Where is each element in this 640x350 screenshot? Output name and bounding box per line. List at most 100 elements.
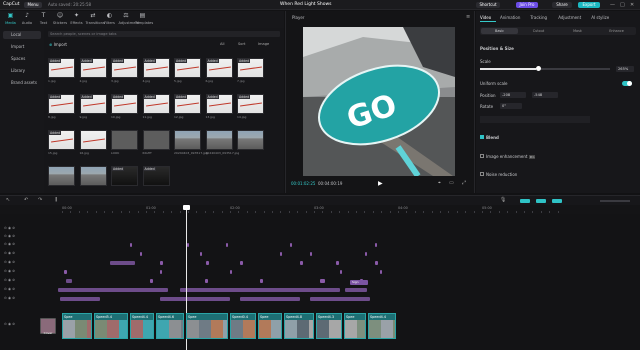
tool-tab-effects[interactable]: ✦ Effects	[69, 11, 84, 28]
media-thumbnail[interactable]	[237, 130, 264, 150]
image-enhance-checkbox[interactable]	[480, 154, 484, 158]
tool-tab-filters[interactable]: ◐ Filters	[102, 11, 117, 28]
cover-thumbnail[interactable]: Cover	[40, 318, 56, 335]
timeline-clip[interactable]	[206, 261, 209, 265]
timeline-clip[interactable]	[336, 261, 339, 265]
preview-axis-toggle[interactable]	[552, 199, 562, 203]
timeline-clip[interactable]	[240, 297, 300, 301]
timeline-clip[interactable]	[140, 252, 142, 256]
main-track-clip[interactable]: Speed4.3	[316, 313, 342, 339]
tool-tab-text[interactable]: T Text	[36, 11, 51, 28]
main-track-clip[interactable]: Speed5.4	[94, 313, 128, 339]
timeline-clip[interactable]	[230, 270, 232, 274]
main-track-clip[interactable]: Speed4.4	[130, 313, 154, 339]
tool-tab-transitions[interactable]: ⇄ Transitions	[86, 11, 105, 28]
property-tab-animation[interactable]: Animation	[500, 15, 520, 20]
snap-toggle[interactable]	[520, 199, 530, 203]
track-controls[interactable]: ⊙ ◉ ⊘	[4, 296, 15, 300]
media-thumbnail[interactable]	[79, 166, 107, 186]
main-track-clip[interactable]: Spee	[62, 313, 92, 339]
timeline-clip[interactable]	[345, 288, 367, 292]
select-icon[interactable]: ↖	[6, 197, 10, 203]
media-thumbnail[interactable]: Added	[174, 58, 201, 78]
track-controls[interactable]: ⊙ ◉ ⊘	[4, 251, 15, 255]
media-thumbnail[interactable]: Added	[142, 94, 170, 114]
scale-value[interactable]: 265%	[616, 66, 634, 72]
timeline-clip[interactable]	[66, 279, 72, 283]
timeline-clip[interactable]	[380, 270, 382, 274]
align-buttons[interactable]	[480, 116, 590, 123]
media-thumbnail[interactable]: Added	[205, 58, 233, 78]
timeline-clip[interactable]	[300, 261, 303, 265]
media-thumbnail[interactable]: Added	[237, 58, 264, 78]
tool-tab-adjustment[interactable]: ⚖ Adjustment	[119, 11, 140, 28]
ratio-button[interactable]: ▭	[449, 180, 454, 186]
maximize-icon[interactable]: □	[620, 0, 625, 10]
track-controls[interactable]: ⊙ ◉ ⊘	[4, 234, 15, 238]
menu-icon[interactable]: ≡	[466, 14, 470, 20]
media-thumbnail[interactable]: Added	[111, 94, 138, 114]
tool-tab-stickers[interactable]: ☺ Stickers	[53, 11, 68, 28]
close-icon[interactable]: ✕	[630, 0, 634, 10]
media-thumbnail[interactable]: Added	[79, 94, 107, 114]
sub-tab-enhance[interactable]: Enhance	[598, 28, 635, 34]
scale-slider[interactable]	[480, 66, 610, 71]
position-x-field[interactable]: -208	[500, 92, 526, 98]
timeline-clip[interactable]	[60, 297, 100, 301]
media-thumbnail[interactable]	[111, 130, 138, 150]
side-nav-import[interactable]: Import	[3, 43, 41, 51]
blend-checkbox[interactable]	[480, 135, 484, 139]
main-track-clip[interactable]: Speed4.6	[156, 313, 184, 339]
track-controls[interactable]: ⊙ ◉ ⊘	[4, 260, 15, 264]
timeline-clip[interactable]	[110, 261, 135, 265]
track-controls[interactable]: ⊙ ◉ ⊘	[4, 226, 15, 230]
track-controls[interactable]: ⊙ ◉ ⊘	[4, 287, 15, 291]
main-track-clip[interactable]: Speed4.4	[368, 313, 396, 339]
side-nav-brand-assets[interactable]: Brand assets	[3, 79, 41, 87]
timeline-clip[interactable]	[375, 243, 377, 247]
timeline-clip[interactable]	[130, 243, 132, 247]
timeline-clip[interactable]	[260, 279, 263, 283]
side-nav-local[interactable]: Local	[3, 31, 41, 39]
shortcut-button[interactable]: Shortcut	[476, 2, 500, 8]
timeline-clip[interactable]	[160, 261, 163, 265]
property-tab-tracking[interactable]: Tracking	[530, 15, 547, 20]
play-icon[interactable]: ▶	[378, 180, 383, 187]
sub-tab-basic[interactable]: Basic	[481, 28, 518, 34]
share-button[interactable]: Share	[552, 2, 572, 8]
timeline-ruler[interactable]: 00:00 01:00 02:00 03:00 04:00 05:00	[0, 205, 640, 214]
uniform-scale-toggle[interactable]	[622, 81, 632, 86]
tool-tab-audio[interactable]: ♪ Audio	[20, 11, 35, 28]
split-icon[interactable]: ⫼	[55, 197, 57, 203]
media-thumbnail[interactable]: Added	[48, 130, 75, 150]
main-track-clip[interactable]: Speed4.8	[284, 313, 314, 339]
timeline-clip[interactable]	[240, 261, 243, 265]
fullscreen-icon[interactable]: ⤢	[462, 180, 466, 186]
tool-tab-media[interactable]: ▣ Media	[3, 11, 18, 28]
media-thumbnail[interactable]	[205, 130, 233, 150]
track-controls[interactable]: ⊙ ◉ ⊘	[4, 242, 15, 246]
main-track-clip[interactable]: Speed0.4	[230, 313, 256, 339]
menu-button[interactable]: Menu	[24, 2, 42, 8]
media-thumbnail[interactable]	[48, 166, 75, 186]
fit-icon[interactable]: ⌖	[438, 180, 441, 186]
property-tab-ai-stylize[interactable]: AI stylize	[591, 15, 609, 20]
media-thumbnail[interactable]: Added	[48, 58, 75, 78]
sign-clip[interactable]: Sign	[350, 280, 368, 285]
timeline-clip[interactable]	[280, 252, 282, 256]
timeline-clip[interactable]	[340, 270, 342, 274]
timeline-clip[interactable]	[187, 243, 189, 247]
media-thumbnail[interactable]	[142, 130, 170, 150]
noise-reduction-checkbox[interactable]	[480, 172, 484, 176]
timeline-clip[interactable]	[205, 279, 208, 283]
timeline-clip[interactable]	[310, 297, 370, 301]
minimize-icon[interactable]: —	[610, 0, 615, 10]
timeline-clip[interactable]	[58, 288, 168, 292]
undo-icon[interactable]: ↶	[24, 197, 28, 203]
join-pro-button[interactable]: Join Pro	[516, 2, 538, 8]
export-button[interactable]: Export	[578, 2, 600, 8]
side-nav-spaces[interactable]: Spaces	[3, 55, 41, 63]
media-thumbnail[interactable]: Added	[79, 58, 107, 78]
rotate-field[interactable]: 0°	[500, 103, 522, 109]
media-thumbnail[interactable]	[174, 130, 201, 150]
